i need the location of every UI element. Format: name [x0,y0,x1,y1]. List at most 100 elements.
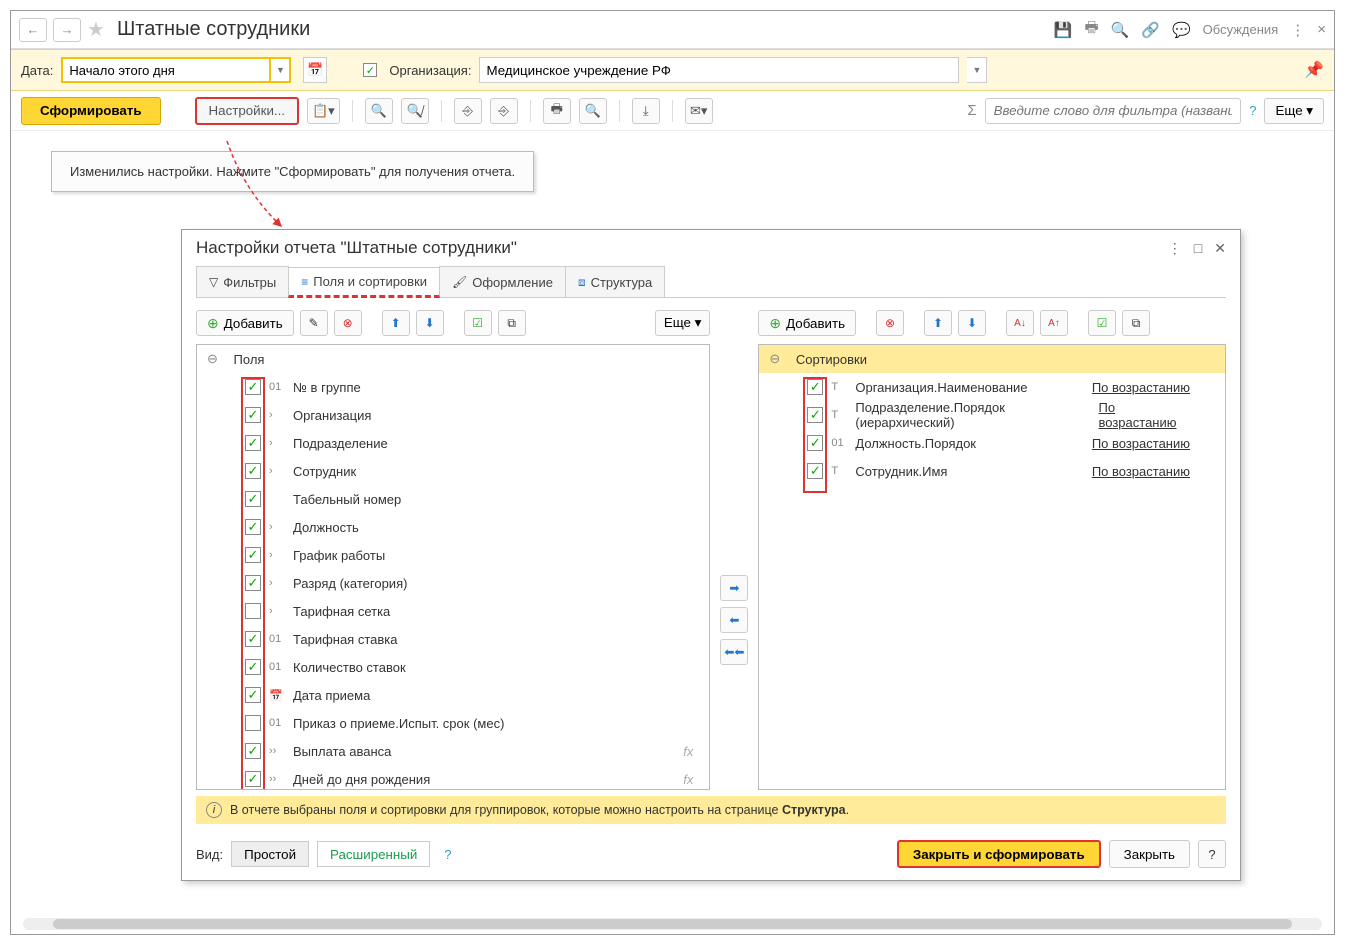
date-dropdown-button[interactable]: ▼ [271,57,291,83]
field-row[interactable]: ✓01№ в группе [197,373,709,401]
sort-row[interactable]: ✓TСотрудник.ИмяПо возрастанию [759,457,1225,485]
field-checkbox[interactable]: ✓ [245,631,261,647]
view-simple-button[interactable]: Простой [231,841,309,867]
move-left-button[interactable]: ⬅ [720,607,748,633]
save-icon[interactable]: 💾 [1054,21,1073,39]
discuss-icon[interactable]: 💬 [1172,21,1191,39]
fields-more-button[interactable]: Еще ▾ [655,310,711,336]
pin-icon[interactable]: 📌 [1304,60,1324,80]
org-dropdown-button[interactable]: ▼ [967,57,987,83]
field-checkbox[interactable]: ✓ [245,575,261,591]
horizontal-scrollbar[interactable] [23,918,1322,930]
field-checkbox[interactable] [245,715,261,731]
sort-row[interactable]: ✓TПодразделение.Порядок (иерархический)П… [759,401,1225,429]
add-sort-button[interactable]: ⊕Добавить [758,310,856,336]
field-row[interactable]: ✓›Подразделение [197,429,709,457]
help-icon[interactable]: ? [1249,103,1256,118]
field-row[interactable]: ✓📅Дата приема [197,681,709,709]
field-row[interactable]: ✓››Дней до дня рожденияfx [197,765,709,790]
date-calendar-button[interactable]: 📅 [303,57,327,83]
tab-appearance[interactable]: 🖌Оформление [439,266,566,297]
field-row[interactable]: ✓›Организация [197,401,709,429]
sort-row[interactable]: ✓01Должность.ПорядокПо возрастанию [759,429,1225,457]
dialog-menu-icon[interactable]: ⋮ [1168,240,1182,257]
save-settings-button[interactable]: 📋▾ [307,98,340,124]
field-checkbox[interactable]: ✓ [245,379,261,395]
export-button[interactable]: ⤓ [632,98,660,124]
field-row[interactable]: ✓01Количество ставок [197,653,709,681]
move-all-left-button[interactable]: ⬅⬅ [720,639,748,665]
tab-filters[interactable]: ▽Фильтры [196,266,289,297]
field-checkbox[interactable]: ✓ [245,771,261,787]
field-row[interactable]: ✓›График работы [197,541,709,569]
sort-checkbox[interactable]: ✓ [807,435,823,451]
search-cancel-button[interactable]: 🔍̸ [401,98,429,124]
date-input[interactable] [61,57,271,83]
field-checkbox[interactable]: ✓ [245,435,261,451]
sort-direction[interactable]: По возрастанию [1092,436,1190,451]
settings-button[interactable]: Настройки... [195,97,299,125]
generate-button[interactable]: Сформировать [21,97,161,125]
dialog-help-button[interactable]: ? [1198,840,1226,868]
field-checkbox[interactable]: ✓ [245,659,261,675]
copy-button[interactable]: ⧉ [498,310,526,336]
delete-field-button[interactable]: ⊗ [334,310,362,336]
field-checkbox[interactable] [245,603,261,619]
close-and-generate-button[interactable]: Закрыть и сформировать [897,840,1101,868]
field-row[interactable]: ✓01Тарифная ставка [197,625,709,653]
org-input[interactable] [479,57,959,83]
edit-field-button[interactable]: ✎ [300,310,328,336]
dialog-close-icon[interactable]: ✕ [1214,240,1226,257]
sort-direction[interactable]: По возрастанию [1092,464,1190,479]
nav-back-button[interactable]: ← [19,18,47,42]
field-checkbox[interactable]: ✓ [245,519,261,535]
field-row[interactable]: ✓›Должность [197,513,709,541]
sort-direction[interactable]: По возрастанию [1092,380,1190,395]
sigma-icon[interactable]: Σ [967,102,976,119]
move-down-button[interactable]: ⬇ [416,310,444,336]
sort-move-up-button[interactable]: ⬆ [924,310,952,336]
org-checkbox[interactable]: ✓ [363,63,377,77]
sort-row[interactable]: ✓TОрганизация.НаименованиеПо возрастанию [759,373,1225,401]
tab-fields-sorting[interactable]: ≡Поля и сортировки [288,267,440,298]
preview-icon[interactable]: 🔍 [1111,21,1130,39]
sort-checkbox[interactable]: ✓ [807,379,823,395]
check-all-button[interactable]: ☑ [464,310,492,336]
favorite-star-icon[interactable]: ★ [87,17,105,42]
nav-forward-button[interactable]: → [53,18,81,42]
field-row[interactable]: ✓›Разряд (категория) [197,569,709,597]
field-checkbox[interactable]: ✓ [245,463,261,479]
filter-input[interactable] [985,98,1242,124]
sort-direction[interactable]: По возрастанию [1099,400,1191,430]
close-dialog-button[interactable]: Закрыть [1109,840,1190,868]
add-field-button[interactable]: ⊕Добавить [196,310,294,336]
sort-move-down-button[interactable]: ⬇ [958,310,986,336]
menu-dots-icon[interactable]: ⋮ [1290,21,1305,39]
view-advanced-button[interactable]: Расширенный [317,841,430,867]
sort-asc-button[interactable]: A↓ [1006,310,1034,336]
field-row[interactable]: ✓››Выплата авансаfx [197,737,709,765]
collapse-button[interactable]: ⎆ [490,98,518,124]
print-icon[interactable]: 🖶 [1084,17,1098,42]
field-row[interactable]: ›Тарифная сетка [197,597,709,625]
expand-button[interactable]: ⎆ [454,98,482,124]
field-checkbox[interactable]: ✓ [245,407,261,423]
preview2-button[interactable]: 🔍 [579,98,607,124]
field-row[interactable]: 01Приказ о приеме.Испыт. срок (мес) [197,709,709,737]
field-row[interactable]: ✓Табельный номер [197,485,709,513]
tab-structure[interactable]: ⧈Структура [565,266,665,297]
delete-sort-button[interactable]: ⊗ [876,310,904,336]
help-icon-2[interactable]: ? [444,847,451,862]
close-icon[interactable]: × [1317,21,1326,38]
link-icon[interactable]: 🔗 [1141,21,1160,39]
print2-button[interactable]: 🖶 [543,98,571,124]
mail-button[interactable]: ✉▾ [685,98,713,124]
field-checkbox[interactable]: ✓ [245,547,261,563]
sort-checkbox[interactable]: ✓ [807,407,823,423]
discuss-label[interactable]: Обсуждения [1203,22,1279,37]
sort-copy-button[interactable]: ⧉ [1122,310,1150,336]
field-row[interactable]: ✓›Сотрудник [197,457,709,485]
move-right-button[interactable]: ➡ [720,575,748,601]
dialog-maximize-icon[interactable]: □ [1194,240,1202,257]
field-checkbox[interactable]: ✓ [245,491,261,507]
